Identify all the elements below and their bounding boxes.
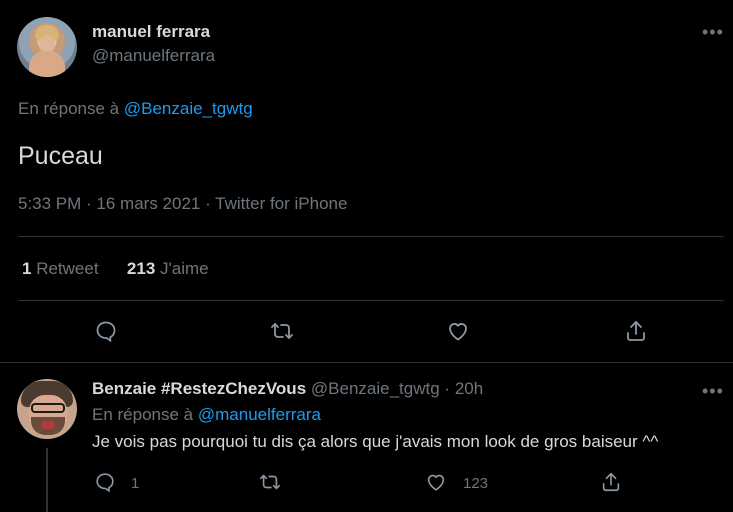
divider xyxy=(18,300,724,301)
avatar[interactable] xyxy=(17,379,77,439)
like-count: 123 xyxy=(463,475,489,492)
reply-icon[interactable] xyxy=(94,319,118,343)
reply-to-link[interactable]: @Benzaie_tgwtg xyxy=(124,99,253,118)
reply-prefix: En réponse à xyxy=(18,99,120,118)
reply-to-link[interactable]: @manuelferrara xyxy=(198,405,321,424)
reply-prefix: En réponse à xyxy=(92,405,194,424)
retweets-stat[interactable]: 1 Retweet xyxy=(22,259,99,278)
divider xyxy=(0,362,733,363)
avatar[interactable] xyxy=(17,17,77,77)
avatar-mouth xyxy=(41,421,55,429)
reply-author-header: Benzaie #RestezChezVous @Benzaie_tgwtg ·… xyxy=(92,379,483,399)
tweet-text: Puceau xyxy=(18,142,103,170)
more-options-icon[interactable]: ••• xyxy=(702,22,724,43)
like-icon[interactable] xyxy=(425,471,447,493)
reply-icon[interactable] xyxy=(94,471,116,493)
reply-text: Je vois pas pourquoi tu dis ça alors que… xyxy=(92,432,659,451)
author-handle[interactable]: @manuelferrara xyxy=(92,46,215,66)
avatar-glasses xyxy=(31,403,65,413)
retweet-icon[interactable] xyxy=(270,319,294,343)
reply-context: En réponse à @manuelferrara xyxy=(92,405,321,425)
reply-author-handle[interactable]: @Benzaie_tgwtg xyxy=(311,379,440,398)
likes-stat[interactable]: 213 J'aime xyxy=(127,259,209,278)
divider xyxy=(18,236,724,237)
author-name[interactable]: manuel ferrara xyxy=(92,22,210,42)
reply-context: En réponse à @Benzaie_tgwtg xyxy=(18,99,253,119)
share-icon[interactable] xyxy=(624,319,648,343)
like-icon[interactable] xyxy=(446,319,470,343)
share-icon[interactable] xyxy=(600,471,622,493)
reply-age[interactable]: 20h xyxy=(455,379,483,398)
tweet-stats: 1 Retweet 213 J'aime xyxy=(22,259,209,279)
reply-count: 1 xyxy=(131,475,140,492)
reply-author-name[interactable]: Benzaie #RestezChezVous xyxy=(92,379,306,398)
more-options-icon[interactable]: ••• xyxy=(702,381,724,402)
separator: · xyxy=(444,379,451,398)
tweet-timestamp[interactable]: 5:33 PM · 16 mars 2021 · Twitter for iPh… xyxy=(18,194,347,214)
avatar-body xyxy=(29,51,65,77)
retweet-icon[interactable] xyxy=(259,471,281,493)
thread-line xyxy=(46,448,48,512)
